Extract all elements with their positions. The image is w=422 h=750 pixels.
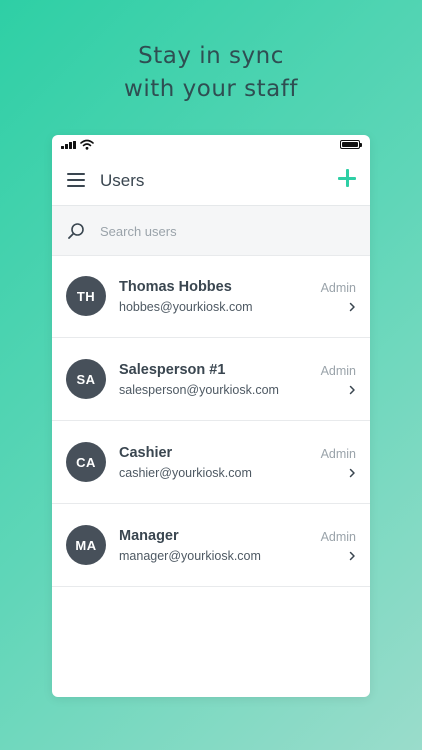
chevron-right-icon — [349, 468, 355, 478]
user-email: hobbes@yourkiosk.com — [119, 300, 253, 314]
user-name: Cashier — [119, 445, 173, 461]
user-email: salesperson@yourkiosk.com — [119, 383, 279, 397]
add-user-button[interactable] — [338, 169, 356, 187]
page-title: Users — [100, 171, 145, 190]
user-role-badge: Admin — [320, 447, 356, 461]
battery-icon — [340, 140, 362, 149]
headline-line-1: Stay in sync — [138, 43, 284, 69]
user-row[interactable]: CA Cashier cashier@yourkiosk.com Admin — [52, 421, 370, 504]
user-name: Manager — [119, 528, 179, 544]
user-email: manager@yourkiosk.com — [119, 549, 261, 563]
search-icon — [68, 223, 84, 239]
headline-line-2: with your staff — [124, 76, 298, 102]
user-name: Thomas Hobbes — [119, 279, 232, 295]
chevron-right-icon — [349, 551, 355, 561]
user-row[interactable]: MA Manager manager@yourkiosk.com Admin — [52, 504, 370, 587]
user-role-badge: Admin — [320, 530, 356, 544]
marketing-headline: Stay in sync with your staff — [0, 40, 422, 106]
phone-screen: Users TH Thomas Hobbes hobbes@yourkiosk.… — [52, 135, 370, 697]
search-input[interactable] — [98, 219, 352, 243]
avatar: CA — [66, 442, 106, 482]
avatar: SA — [66, 359, 106, 399]
chevron-right-icon — [349, 302, 355, 312]
user-email: cashier@yourkiosk.com — [119, 466, 252, 480]
cellular-signal-icon — [61, 141, 77, 149]
search-bar — [52, 206, 370, 256]
status-bar — [52, 135, 370, 155]
user-role-badge: Admin — [320, 364, 356, 378]
user-list: TH Thomas Hobbes hobbes@yourkiosk.com Ad… — [52, 255, 370, 587]
user-row[interactable]: TH Thomas Hobbes hobbes@yourkiosk.com Ad… — [52, 255, 370, 338]
avatar: TH — [66, 276, 106, 316]
user-name: Salesperson #1 — [119, 362, 226, 378]
user-row[interactable]: SA Salesperson #1 salesperson@yourkiosk.… — [52, 338, 370, 421]
app-bar: Users — [52, 159, 370, 206]
hamburger-menu-icon[interactable] — [67, 173, 85, 187]
chevron-right-icon — [349, 385, 355, 395]
user-role-badge: Admin — [320, 281, 356, 295]
avatar: MA — [66, 525, 106, 565]
wifi-icon — [80, 139, 94, 150]
